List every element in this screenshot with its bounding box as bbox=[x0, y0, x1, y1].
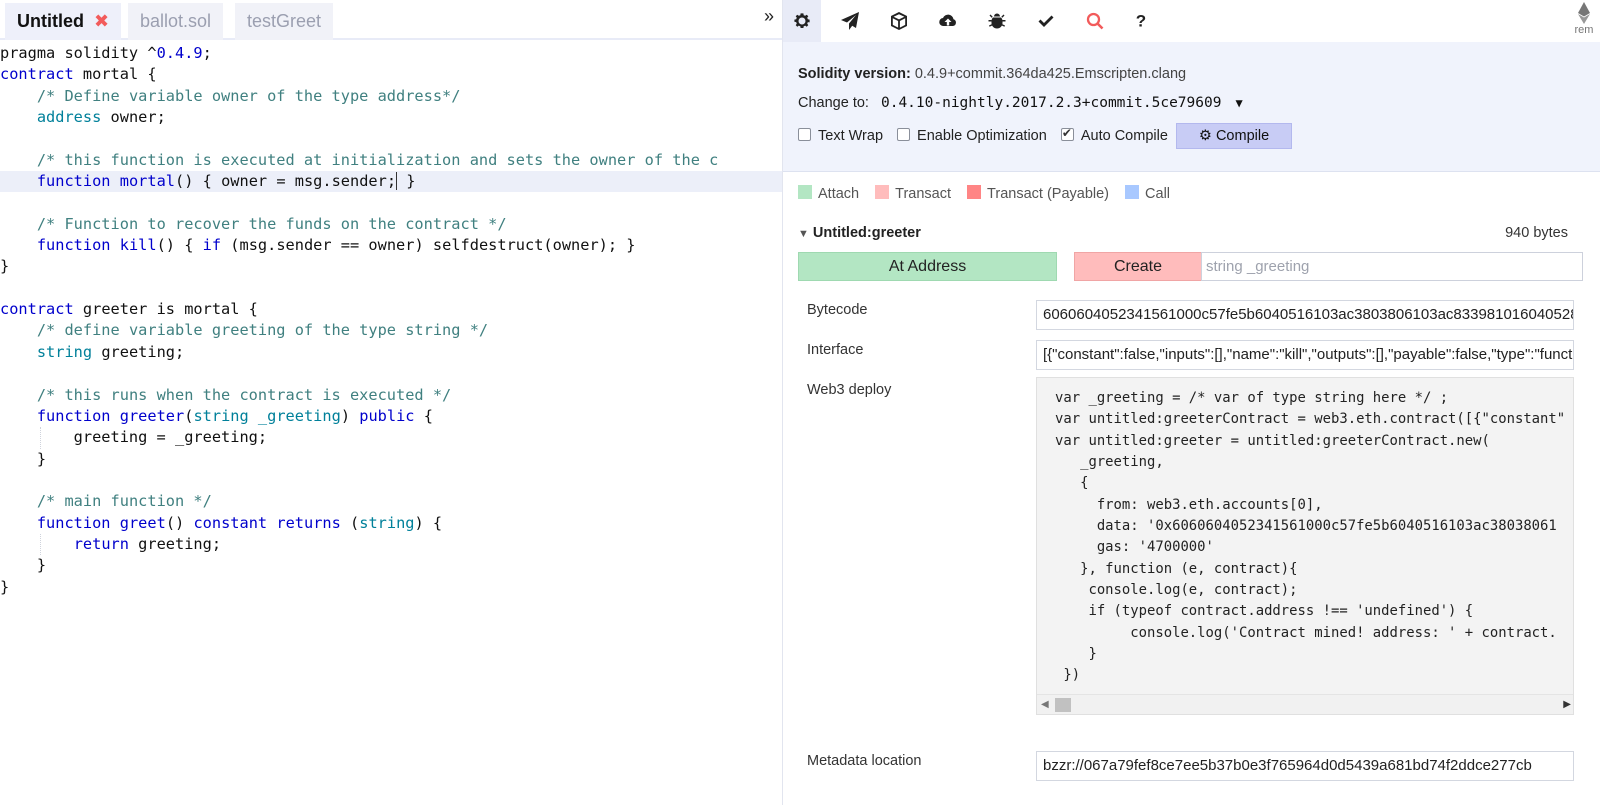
cube-icon[interactable] bbox=[880, 0, 918, 42]
compile-label: Compile bbox=[1215, 128, 1270, 144]
interface-label: Interface bbox=[807, 342, 864, 358]
gear-icon[interactable] bbox=[783, 0, 821, 42]
svg-text:?: ? bbox=[1136, 12, 1146, 31]
at-address-button[interactable]: At Address bbox=[798, 252, 1057, 281]
code-line: } bbox=[0, 577, 10, 596]
code-line: } bbox=[0, 449, 47, 468]
code-line: pragma solidity ^0.4.9; bbox=[0, 44, 212, 62]
code-line: /* define variable greeting of the type … bbox=[36, 321, 489, 340]
contract-size: 940 bytes bbox=[1505, 225, 1568, 241]
gear-icon: ⚙ bbox=[1198, 128, 1212, 144]
search-icon[interactable] bbox=[1076, 0, 1114, 42]
cloud-upload-icon[interactable] bbox=[929, 0, 967, 42]
scrollbar-thumb[interactable] bbox=[1055, 698, 1071, 712]
editor-pane: Untitled ✖ ballot.sol testGreet » pragma … bbox=[0, 0, 782, 805]
code-line: /* Define variable owner of the type add… bbox=[36, 86, 461, 105]
tab-label: testGreet bbox=[247, 11, 322, 31]
legend-transact-payable: Transact (Payable) bbox=[987, 186, 1110, 202]
transact-swatch bbox=[875, 185, 890, 199]
tab-testgreet[interactable]: testGreet bbox=[235, 3, 334, 40]
panel-toolbar: ? rem bbox=[783, 0, 1600, 42]
web3-deploy-label: Web3 deploy bbox=[807, 382, 892, 398]
code-line: contract mortal { bbox=[0, 65, 157, 84]
code-line: /* Function to recover the funds on the … bbox=[36, 214, 507, 233]
metadata-field[interactable]: bzzr://067a79fef8ce7ee5b37b0e3f765964d0d… bbox=[1036, 751, 1574, 781]
tab-untitled[interactable]: Untitled ✖ bbox=[5, 3, 122, 40]
code-line: function greet() constant returns (strin… bbox=[36, 513, 443, 532]
version-select-value: 0.4.10-nightly.2017.2.3+commit.5ce79609 bbox=[880, 95, 1222, 111]
auto-compile-checkbox[interactable] bbox=[1060, 126, 1074, 141]
scroll-right-icon[interactable]: ▶ bbox=[1563, 699, 1571, 710]
bug-icon[interactable] bbox=[978, 0, 1016, 42]
optimization-checkbox[interactable] bbox=[897, 128, 911, 141]
expand-panel-icon[interactable]: » bbox=[764, 6, 774, 27]
file-tab-bar: Untitled ✖ ballot.sol testGreet » bbox=[0, 0, 782, 40]
options-row: Text Wrap Enable Optimization Auto Compi… bbox=[798, 123, 1293, 149]
greeting-input[interactable]: string _greeting bbox=[1201, 252, 1583, 281]
logo-text: rem bbox=[1574, 24, 1594, 36]
code-line: contract greeter is mortal { bbox=[0, 300, 258, 319]
call-swatch bbox=[1125, 185, 1140, 199]
code-line: /* this runs when the contract is execut… bbox=[36, 385, 452, 404]
change-version-row: Change to: 0.4.10-nightly.2017.2.3+commi… bbox=[798, 95, 1243, 111]
text-wrap-label: Text Wrap bbox=[818, 128, 884, 144]
contract-name: Untitled:greeter bbox=[812, 225, 921, 241]
tab-ballot[interactable]: ballot.sol bbox=[128, 3, 224, 40]
transact-payable-swatch bbox=[967, 185, 982, 199]
change-label: Change to: bbox=[798, 95, 869, 111]
bytecode-field[interactable]: 6060604052341561000c57fe5b6040516103ac38… bbox=[1036, 300, 1574, 330]
remix-logo: rem bbox=[1567, 0, 1600, 42]
tab-label: Untitled bbox=[17, 11, 84, 31]
help-icon[interactable]: ? bbox=[1122, 0, 1160, 42]
metadata-label: Metadata location bbox=[807, 753, 922, 769]
close-icon[interactable]: ✖ bbox=[94, 11, 109, 31]
code-line: function greeter(string _greeting) publi… bbox=[36, 406, 433, 425]
code-editor[interactable]: pragma solidity ^0.4.9; contract mortal … bbox=[0, 43, 782, 598]
code-line: /* main function */ bbox=[36, 492, 212, 511]
code-line: } bbox=[0, 257, 10, 276]
code-line: greeting = _greeting; bbox=[0, 427, 782, 449]
version-value: 0.4.9+commit.364da425.Emscripten.clang bbox=[914, 66, 1187, 82]
right-panel: ? rem Solidity version: 0.4.9+commit.364… bbox=[782, 0, 1600, 805]
contract-header[interactable]: ▼ Untitled:greeter 940 bytes bbox=[798, 225, 1568, 241]
code-line: return greeting; bbox=[0, 533, 782, 556]
interface-field[interactable]: [{"constant":false,"inputs":[],"name":"k… bbox=[1036, 340, 1574, 370]
tab-label: ballot.sol bbox=[140, 11, 212, 31]
collapse-triangle-icon: ▼ bbox=[798, 228, 809, 240]
version-select[interactable]: 0.4.10-nightly.2017.2.3+commit.5ce79609 ▼ bbox=[881, 95, 1243, 111]
attach-swatch bbox=[798, 185, 812, 199]
compiler-settings: Solidity version: 0.4.9+commit.364da425.… bbox=[783, 42, 1600, 172]
code-line: } bbox=[0, 556, 47, 575]
horizontal-scrollbar[interactable]: ◀ ▶ bbox=[1037, 694, 1573, 714]
legend-transact: Transact bbox=[895, 186, 952, 202]
chevron-down-icon: ▼ bbox=[1235, 96, 1243, 110]
send-icon[interactable] bbox=[831, 0, 869, 42]
solidity-version: Solidity version: 0.4.9+commit.364da425.… bbox=[798, 66, 1186, 82]
web3-deploy-code[interactable]: var _greeting = /* var of type string he… bbox=[1036, 377, 1574, 715]
code-line-active: function mortal() { owner = msg.sender; … bbox=[0, 171, 782, 193]
legend-attach: Attach bbox=[818, 186, 860, 202]
version-label: Solidity version: bbox=[798, 66, 911, 82]
web3-code-text: var _greeting = /* var of type string he… bbox=[1055, 390, 1566, 684]
bytecode-label: Bytecode bbox=[807, 302, 868, 318]
create-button[interactable]: Create bbox=[1074, 252, 1202, 281]
auto-compile-label: Auto Compile bbox=[1080, 128, 1168, 144]
code-line: /* this function is executed at initiali… bbox=[36, 150, 719, 169]
ethereum-icon bbox=[1578, 2, 1590, 24]
scroll-left-icon[interactable]: ◀ bbox=[1041, 699, 1049, 710]
text-wrap-checkbox[interactable] bbox=[798, 128, 811, 141]
code-line: function kill() { if (msg.sender == owne… bbox=[36, 236, 636, 255]
check-icon[interactable] bbox=[1027, 0, 1065, 42]
code-line: address owner; bbox=[36, 108, 166, 127]
compile-button[interactable]: ⚙ Compile bbox=[1175, 123, 1293, 149]
call-legend: Attach Transact Transact (Payable) Call bbox=[798, 185, 1182, 202]
legend-call: Call bbox=[1145, 186, 1171, 202]
code-line: string greeting; bbox=[36, 342, 185, 361]
optimization-label: Enable Optimization bbox=[917, 128, 1047, 144]
